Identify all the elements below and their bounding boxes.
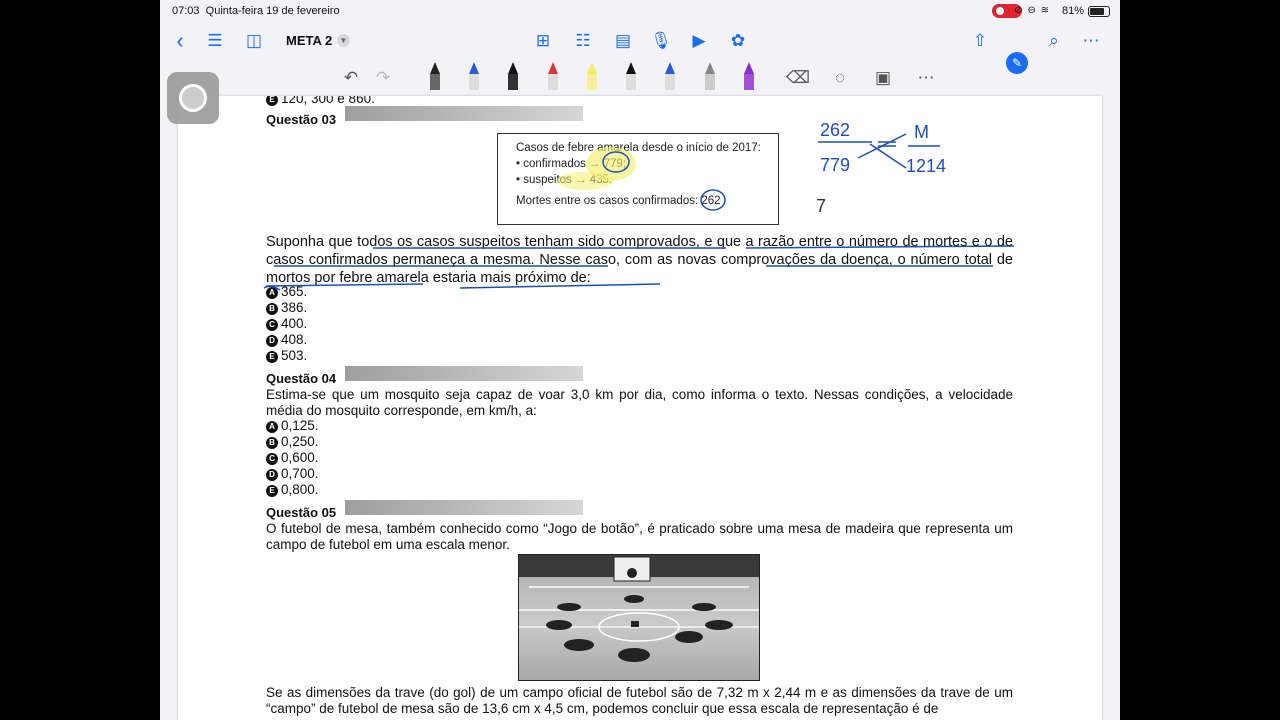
option-badge-icon: C	[266, 319, 278, 331]
option-text: 386.	[281, 300, 308, 315]
handwritten-number: 779	[820, 155, 850, 175]
table-football-illustration	[519, 555, 759, 662]
document-icon[interactable]: ▤	[611, 30, 635, 52]
blue-pen-tool-icon[interactable]	[469, 62, 479, 92]
microphone-icon[interactable]: 🎙	[649, 30, 673, 52]
option-c[interactable]: C 0,600.	[266, 450, 319, 466]
fountain-pen-tool-icon[interactable]	[430, 62, 440, 92]
box-line-confirmed: • confirmados → 779;	[516, 158, 627, 170]
option-badge-icon: D	[266, 469, 278, 481]
image-icon[interactable]: ▣	[872, 66, 894, 90]
clock: 07:03	[172, 5, 200, 17]
option-a[interactable]: A 365.	[266, 284, 307, 300]
option-text: 408.	[281, 332, 308, 347]
option-c[interactable]: C 400.	[266, 316, 307, 332]
handwritten-letter: M	[914, 122, 929, 142]
back-chevron-icon[interactable]: ‹	[168, 30, 192, 52]
handwritten-number: 1214	[906, 156, 946, 176]
sidebar-icon[interactable]: ◫	[242, 30, 266, 52]
status-time-date: 07:03 Quinta-feira 19 de fevereiro	[172, 5, 340, 17]
handwritten-number: 262	[820, 120, 850, 140]
question-04-text: Estima-se que um mosquito seja capaz de …	[266, 387, 1013, 418]
black-pencil-tool-icon[interactable]	[508, 62, 518, 92]
date: Quinta-feira 19 de fevereiro	[205, 5, 340, 17]
more-tools-icon[interactable]: ⋯	[915, 66, 937, 90]
option-b[interactable]: B 386.	[266, 300, 307, 316]
dashed-pen-tool-icon[interactable]	[665, 62, 675, 92]
option-text: 120, 300 e 860.	[281, 96, 375, 106]
question-bar	[345, 106, 583, 121]
option-badge-icon: A	[266, 287, 278, 299]
navigation-bar: ‹ ☰ ◫ META 2 ▼ ⊞ ☷ ▤ 🎙 ▶ ✿ ⇧ ✎ ⌕ ⋯	[160, 24, 1120, 74]
wave-pen-tool-icon[interactable]	[626, 62, 636, 92]
option-text: 0,700.	[281, 466, 319, 481]
box-title: Casos de febre amarela desde o início de…	[516, 142, 761, 154]
gray-pencil-tool-icon[interactable]	[705, 62, 715, 92]
chevron-down-icon[interactable]: ▼	[337, 34, 350, 47]
ipad-screen: 07:03 Quinta-feira 19 de fevereiro ⊘ ⊖ ≋…	[160, 0, 1120, 720]
battery-percent: 81%	[1061, 5, 1084, 17]
lasso-icon[interactable]: ◌	[829, 66, 851, 90]
option-badge-icon: D	[266, 335, 278, 347]
status-icons: ⊘ ⊖ ≋	[1014, 5, 1050, 16]
redo-icon[interactable]: ↷	[372, 66, 394, 90]
add-page-icon[interactable]: ⊞	[531, 30, 555, 52]
handwritten-number: 7	[816, 196, 826, 216]
question-03-text: Suponha que todos os casos suspeitos ten…	[266, 234, 1013, 286]
data-box: Casos de febre amarela desde o início de…	[497, 133, 779, 225]
question-04-options: A 0,125. B 0,250. C 0,600. D 0,700. E 0,800.	[266, 418, 319, 498]
option-text: 400.	[281, 316, 308, 331]
option-d[interactable]: D 408.	[266, 332, 307, 348]
option-a[interactable]: A 0,125.	[266, 418, 319, 434]
more-icon[interactable]: ⋯	[1079, 30, 1103, 52]
option-text: 0,600.	[281, 450, 319, 465]
undo-icon[interactable]: ↶	[340, 66, 362, 90]
table-football-photo	[518, 554, 760, 681]
floating-record-button[interactable]	[167, 72, 219, 124]
option-text: 0,250.	[281, 434, 319, 449]
document-title[interactable]: META 2	[286, 33, 332, 48]
option-d[interactable]: D 0,700.	[266, 466, 319, 482]
option-text: 365.	[281, 284, 308, 299]
status-bar: 07:03 Quinta-feira 19 de fevereiro ⊘ ⊖ ≋…	[160, 0, 1120, 24]
box-line-suspected: • suspeitos → 435.	[516, 174, 613, 186]
drawing-toolbar: ↶ ↷ ⌫ ◌ ▣ ⋯	[160, 58, 1120, 96]
search-icon[interactable]: ⌕	[1042, 30, 1066, 52]
battery-icon	[1088, 6, 1110, 17]
option-b[interactable]: B 0,250.	[266, 434, 319, 450]
option-text: 0,800.	[281, 482, 319, 497]
highlighter-yellow-icon[interactable]	[587, 62, 597, 92]
document-page[interactable]: E 120, 300 e 860. Questão 03 Casos de feb…	[178, 96, 1102, 720]
option-badge-icon: E	[266, 351, 278, 363]
option-badge-icon: C	[266, 453, 278, 465]
option-e[interactable]: E 503.	[266, 348, 307, 364]
cross-line	[857, 133, 907, 159]
red-pen-tool-icon[interactable]	[548, 62, 558, 92]
ai-icon[interactable]: ✿	[726, 30, 750, 52]
question-05-text: O futebol de mesa, também conhecido como…	[266, 521, 1013, 552]
option-badge-icon: E	[266, 96, 278, 106]
checklist-icon[interactable]: ☷	[571, 30, 595, 52]
question-04-heading: Questão 04	[266, 371, 337, 386]
video-icon[interactable]: ▶	[687, 30, 711, 52]
option-text: 0,125.	[281, 418, 319, 433]
question-05-heading: Questão 05	[266, 505, 337, 520]
question-bar	[345, 366, 583, 381]
cross-line	[869, 143, 907, 169]
share-user-icon[interactable]: ⇧	[968, 30, 992, 52]
option-badge-icon: A	[266, 421, 278, 433]
eraser-icon[interactable]: ⌫	[786, 66, 810, 90]
purple-marker-tool-icon[interactable]	[744, 62, 754, 92]
option-badge-icon: B	[266, 437, 278, 449]
question-03-options: A 365. B 386. C 400. D 408. E 503.	[266, 284, 307, 364]
question-05-continuation: Se as dimensões da trave (do gol) de um …	[266, 685, 1013, 716]
list-icon[interactable]: ☰	[203, 30, 227, 52]
question-bar	[345, 500, 583, 515]
option-e[interactable]: E 0,800.	[266, 482, 319, 498]
box-line-deaths: Mortes entre os casos confirmados: 262	[516, 195, 721, 207]
option-badge-icon: B	[266, 303, 278, 315]
question-03-heading: Questão 03	[266, 112, 337, 127]
option-text: 503.	[281, 348, 308, 363]
option-badge-icon: E	[266, 485, 278, 497]
